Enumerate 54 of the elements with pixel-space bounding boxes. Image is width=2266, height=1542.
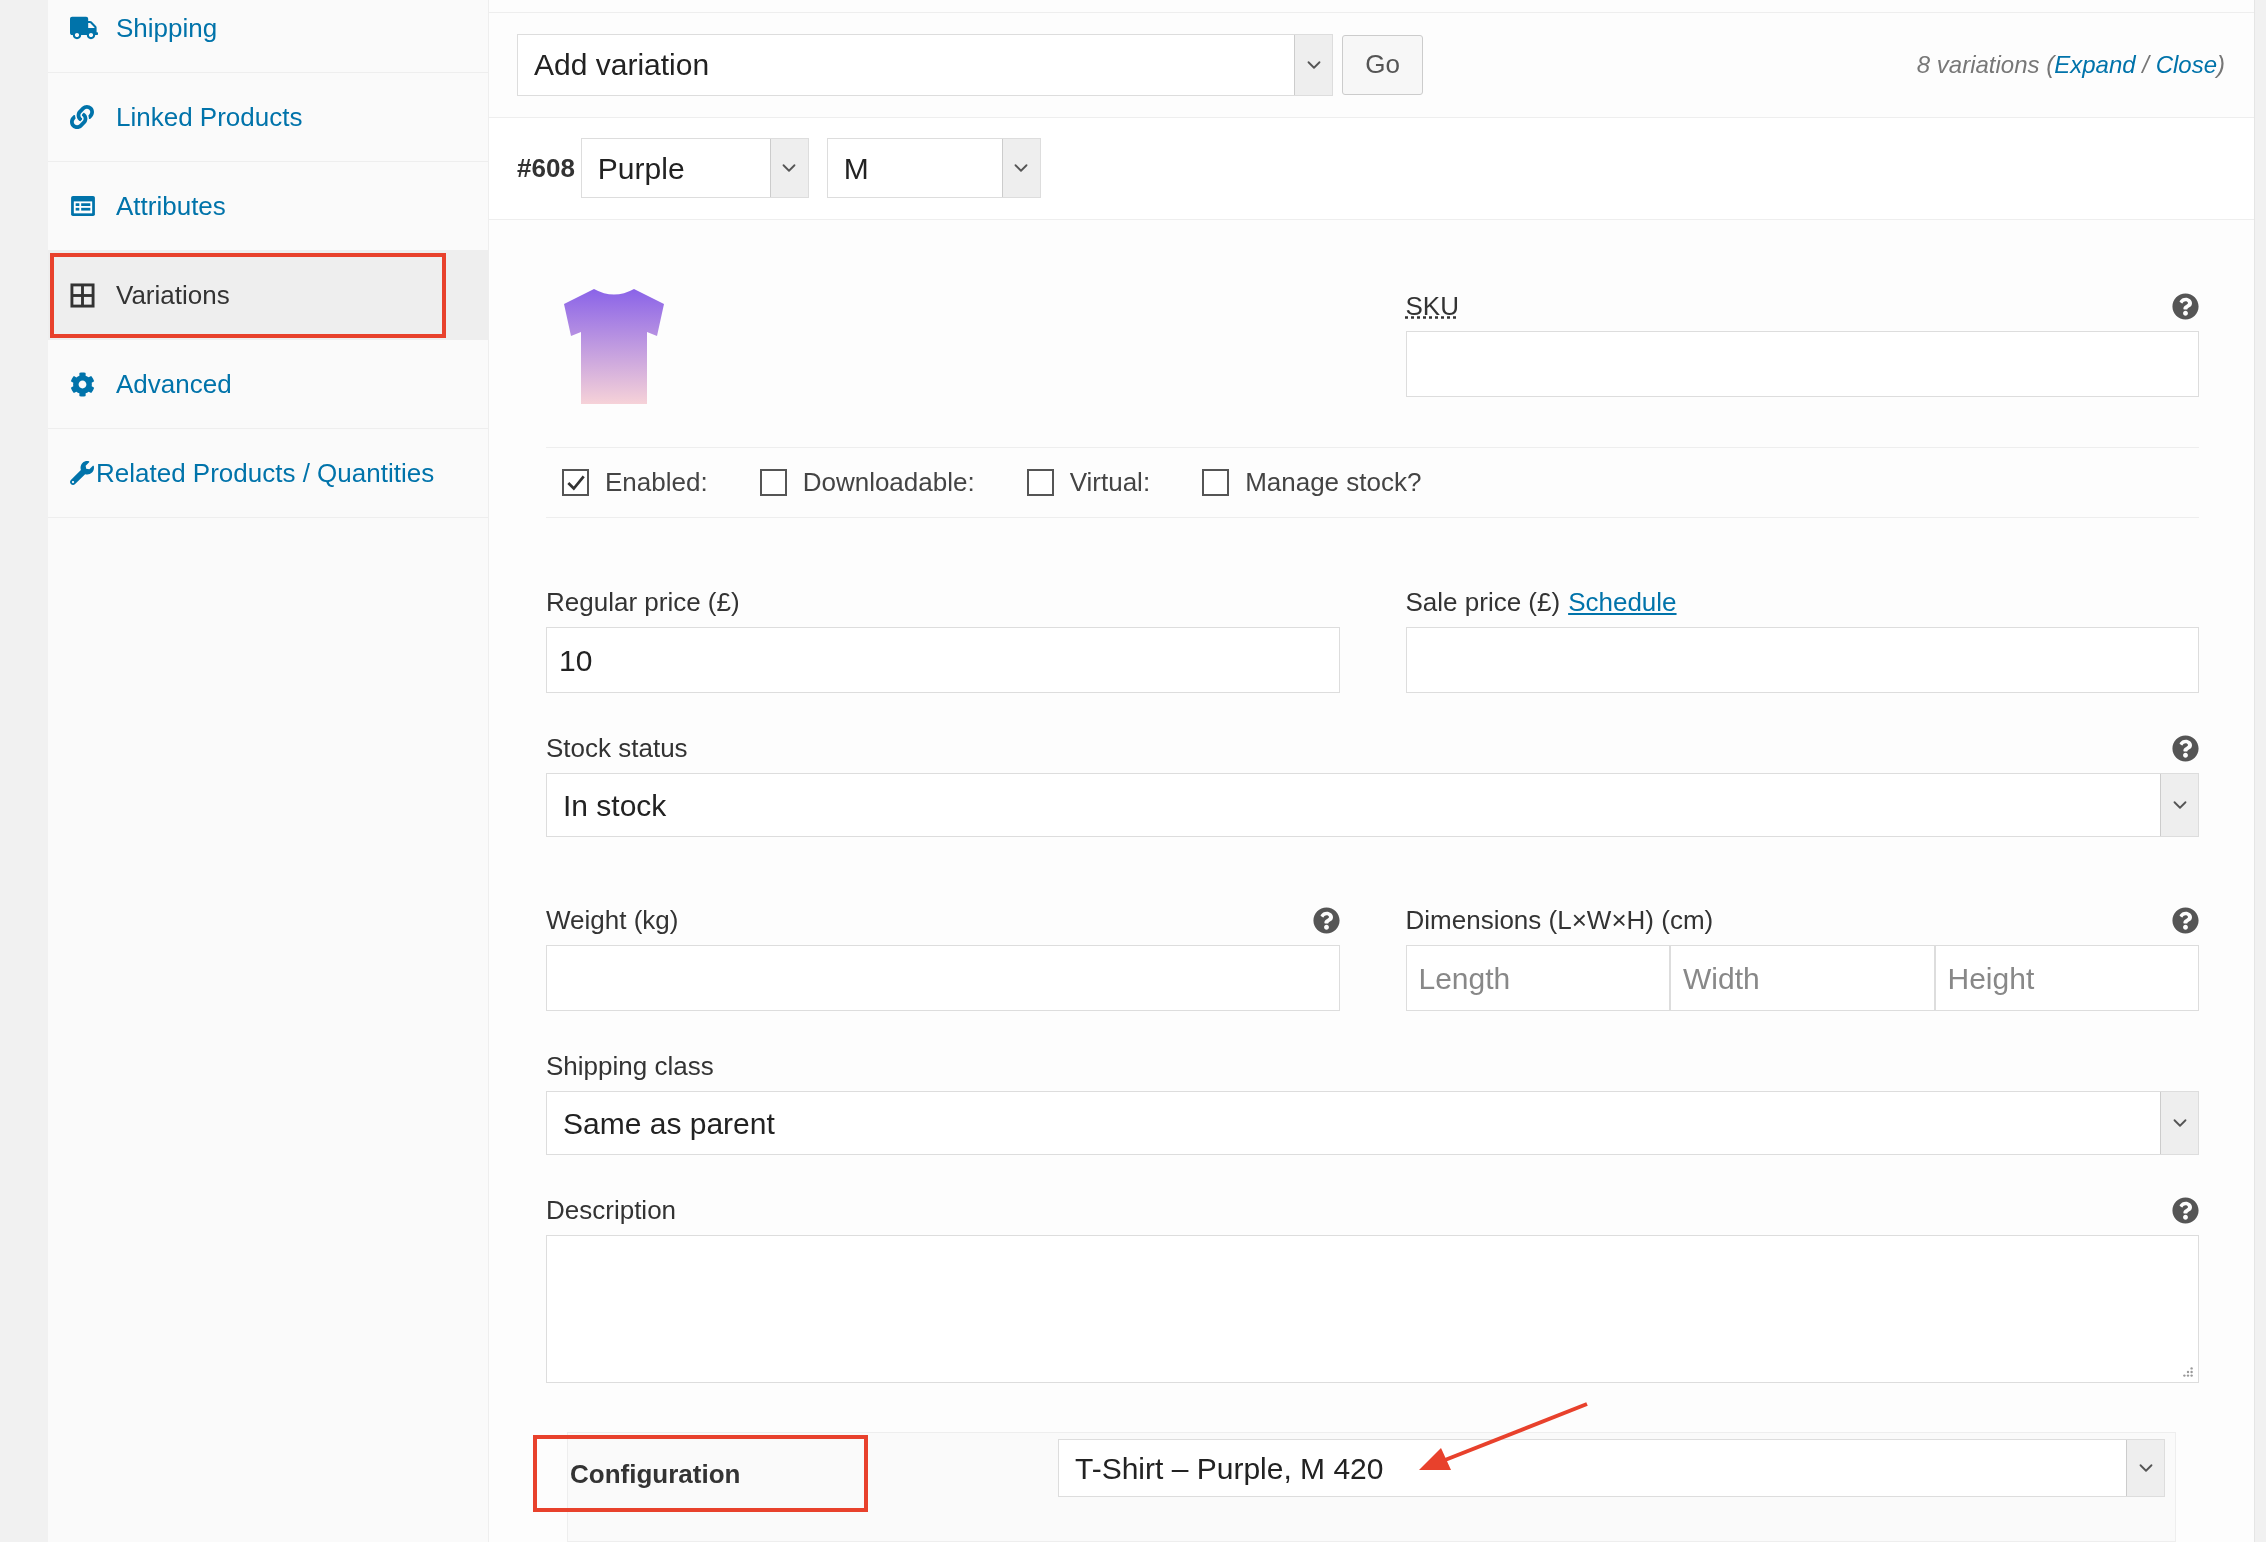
sidebar-item[interactable]: Variations	[48, 251, 488, 340]
help-icon[interactable]	[2172, 734, 2199, 762]
dimension-input[interactable]: Height	[1934, 945, 2199, 1011]
sku-label: SKU	[1405, 289, 1459, 323]
help-icon[interactable]	[2172, 1196, 2199, 1224]
select-dropdown[interactable]: In stock	[546, 773, 2199, 837]
field-label: Description	[546, 1193, 677, 1227]
checkbox-label: Enabled:	[605, 466, 708, 499]
help-icon[interactable]	[1312, 906, 1340, 934]
link-icon	[70, 105, 94, 129]
sidebar-item[interactable]: Linked Products	[48, 73, 488, 162]
checkbox[interactable]	[1202, 469, 1230, 496]
configuration-label: Configuration	[570, 1459, 741, 1489]
text-input[interactable]	[1405, 627, 2199, 693]
text-input[interactable]	[546, 945, 1340, 1011]
dimension-input[interactable]: Length	[1405, 945, 1670, 1011]
checkbox-label: Virtual:	[1069, 466, 1151, 499]
field-label: Stock status	[546, 731, 688, 765]
checkbox-label: Downloadable:	[802, 466, 975, 499]
gear-icon	[70, 371, 95, 397]
field-label: Shipping class	[546, 1049, 714, 1083]
field-label: Regular price (£)	[546, 585, 740, 619]
go-button[interactable]: Go	[1342, 34, 1423, 95]
help-icon[interactable]	[2172, 906, 2199, 934]
expand-link[interactable]: Expand	[2054, 46, 2136, 83]
list-icon	[70, 195, 96, 217]
dimension-input[interactable]: Width	[1670, 945, 1935, 1011]
checkbox-label: Manage stock?	[1245, 466, 1422, 499]
field-label: Dimensions (L×W×H) (cm)	[1405, 903, 1714, 937]
checkbox[interactable]	[562, 469, 589, 496]
checkbox[interactable]	[1026, 469, 1054, 496]
sku-input[interactable]	[1405, 331, 2199, 397]
truck-icon	[70, 16, 98, 40]
text-input[interactable]: 10	[546, 627, 1340, 693]
field-label: Sale price (£)	[1405, 585, 1561, 619]
checkbox[interactable]	[759, 469, 787, 496]
help-icon[interactable]	[2172, 292, 2199, 320]
select-dropdown[interactable]: Purple	[580, 138, 809, 199]
resize-handle-icon	[2182, 1366, 2194, 1378]
closing-parenthesis: )	[2217, 49, 2225, 80]
field-label: Weight (kg)	[546, 903, 679, 937]
separator-text: /	[2140, 49, 2152, 80]
sidebar-item[interactable]: Related Products / Quantities	[48, 429, 488, 518]
schedule-link[interactable]: Schedule	[1568, 582, 1677, 622]
grid-icon	[70, 282, 95, 308]
wrench-icon	[70, 461, 94, 485]
variation-id: #608	[517, 151, 575, 185]
select-dropdown[interactable]: Same as parent	[546, 1091, 2199, 1155]
select-dropdown[interactable]: T-Shirt – Purple, M 420	[1058, 1439, 2165, 1497]
sidebar-item[interactable]: Advanced	[48, 340, 488, 429]
select-dropdown[interactable]: M	[826, 138, 1041, 199]
variation-count: 8 variations (	[1916, 49, 2055, 80]
select-dropdown[interactable]: Add variation	[517, 33, 1333, 96]
sidebar-item[interactable]: Shipping	[48, 0, 488, 73]
